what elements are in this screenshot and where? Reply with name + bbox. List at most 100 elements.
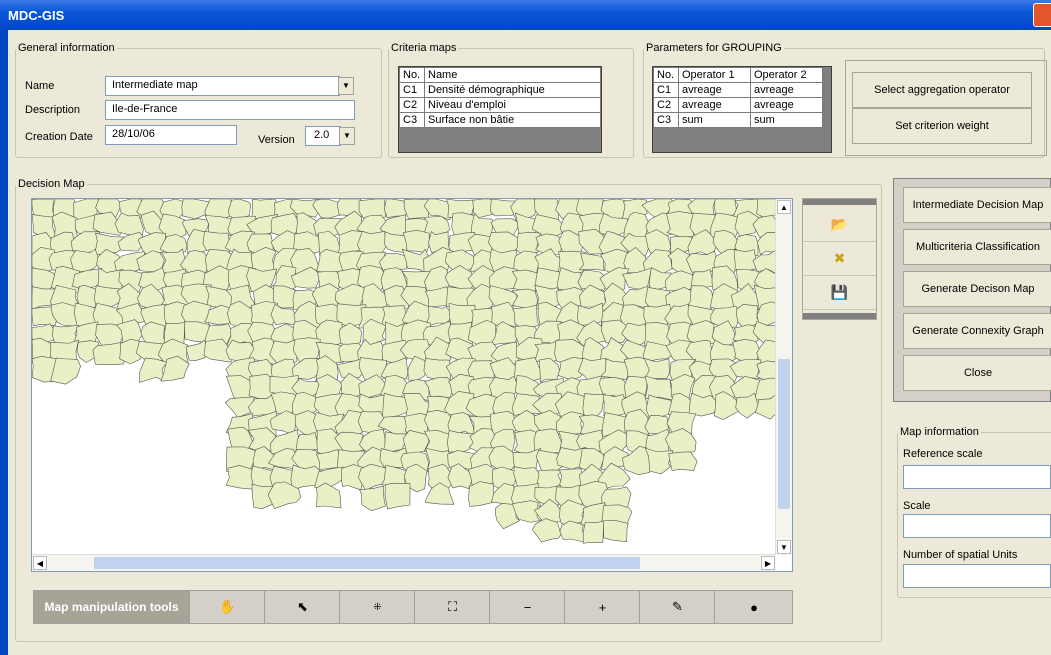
scale-label: Scale: [903, 500, 931, 512]
identify-icon[interactable]: ✎: [639, 591, 715, 623]
criteria-maps-legend: Criteria maps: [391, 42, 457, 54]
scroll-right-arrow[interactable]: ▶: [761, 556, 775, 570]
zoom-out-icon[interactable]: −: [489, 591, 565, 623]
version-dropdown-arrow[interactable]: ▼: [339, 127, 355, 145]
spatial-units-field[interactable]: [903, 564, 1051, 588]
criteria-cell: Surface non bâtie: [424, 112, 601, 128]
grouping-cell: C2: [653, 97, 679, 113]
map-horizontal-scrollbar[interactable]: ◀ ▶: [32, 554, 776, 571]
general-information-legend: General information: [18, 42, 115, 54]
criteria-cell: C2: [399, 97, 425, 113]
table-row[interactable]: C1 Densité démographique: [399, 82, 601, 98]
grouping-cell: C3: [653, 112, 679, 128]
tools-top-bar: [803, 199, 876, 205]
multicriteria-classification-button[interactable]: Multicriteria Classification: [903, 229, 1051, 265]
criteria-cell: Niveau d'emploi: [424, 97, 601, 113]
generate-connexity-graph-button[interactable]: Generate Connexity Graph: [903, 313, 1051, 349]
pan-hand-icon[interactable]: ✋: [189, 591, 265, 623]
grouping-header-no: No.: [653, 67, 679, 83]
commune-polygon[interactable]: [582, 393, 606, 419]
grouping-cell: sum: [678, 112, 751, 128]
table-row[interactable]: C3 sum sum: [653, 112, 823, 128]
vertical-scroll-thumb[interactable]: [778, 359, 790, 509]
commune-polygon[interactable]: [468, 481, 495, 507]
close-window-button[interactable]: [1033, 3, 1051, 27]
set-criterion-weight-button[interactable]: Set criterion weight: [852, 108, 1032, 144]
map-information-legend: Map information: [900, 426, 979, 438]
full-extent-icon[interactable]: ⛶: [414, 591, 490, 623]
grouping-cell: sum: [750, 112, 823, 128]
grouping-cell: avreage: [678, 97, 751, 113]
grouping-parameters-legend: Parameters for GROUPING: [646, 42, 782, 54]
criteria-cell: Densité démographique: [424, 82, 601, 98]
globe-icon[interactable]: ●: [714, 591, 793, 623]
commune-polygon[interactable]: [602, 520, 629, 542]
criteria-cell: C3: [399, 112, 425, 128]
commune-polygons: [32, 199, 776, 544]
scroll-down-arrow[interactable]: ▼: [777, 540, 791, 554]
spatial-units-label: Number of spatial Units: [903, 549, 1018, 561]
map-tools-label: Map manipulation tools: [34, 591, 189, 623]
description-field[interactable]: Ile-de-France: [105, 100, 355, 120]
scale-field[interactable]: [903, 514, 1051, 538]
open-folder-icon[interactable]: 📂: [803, 207, 876, 242]
zoom-extent-in-icon[interactable]: ⁜: [339, 591, 415, 623]
commune-polygon[interactable]: [315, 482, 342, 509]
criteria-cell: C1: [399, 82, 425, 98]
table-row[interactable]: C3 Surface non bâtie: [399, 112, 601, 128]
description-label: Description: [25, 104, 81, 116]
grouping-header-op1: Operator 1: [678, 67, 751, 83]
commune-polygon[interactable]: [50, 357, 81, 385]
select-aggregation-operator-button[interactable]: Select aggregation operator: [852, 72, 1032, 108]
criteria-table: No. Name C1 Densité démographique C2 Niveau…: [399, 67, 601, 128]
scroll-left-arrow[interactable]: ◀: [33, 556, 47, 570]
generate-decision-map-button[interactable]: Generate Decison Map: [903, 271, 1051, 307]
grouping-cell: avreage: [678, 82, 751, 98]
scroll-up-arrow[interactable]: ▲: [777, 200, 791, 214]
commune-polygon[interactable]: [559, 520, 585, 543]
version-select[interactable]: 2.0: [305, 126, 341, 146]
reference-scale-label: Reference scale: [903, 448, 983, 460]
map-file-tools: 📂 ✖ 💾: [802, 198, 877, 320]
commune-polygon[interactable]: [582, 520, 604, 544]
criteria-table-frame: No. Name C1 Densité démographique C2 Niveau…: [398, 66, 602, 153]
creation-date-field[interactable]: 28/10/06: [105, 125, 237, 145]
map-manipulation-toolbar: Map manipulation tools ✋ ⬉ ⁜ ⛶ − + ✎ ●: [33, 590, 793, 624]
commune-polygon[interactable]: [384, 482, 411, 510]
window-left-border: [0, 30, 8, 655]
zoom-in-icon[interactable]: +: [564, 591, 640, 623]
intermediate-decision-map-button[interactable]: Intermediate Decision Map: [903, 187, 1051, 223]
grouping-cell: C1: [653, 82, 679, 98]
table-row[interactable]: C1 avreage avreage: [653, 82, 823, 98]
grouping-cell: avreage: [750, 82, 823, 98]
name-select[interactable]: Intermediate map: [105, 76, 340, 96]
map-vertical-scrollbar[interactable]: ▲ ▼: [775, 199, 792, 555]
horizontal-scroll-thumb[interactable]: [94, 557, 640, 569]
grouping-header-op2: Operator 2: [750, 67, 823, 83]
delete-icon[interactable]: ✖: [803, 241, 876, 276]
title-bar: MDC-GIS: [0, 0, 1051, 30]
grouping-table: No. Operator 1 Operator 2 C1 avreage avreage…: [653, 67, 823, 128]
decision-map-legend: Decision Map: [18, 178, 85, 190]
version-label: Version: [258, 134, 295, 146]
criteria-header-no: No.: [399, 67, 425, 83]
close-button[interactable]: Close: [903, 355, 1051, 391]
table-row[interactable]: C2 avreage avreage: [653, 97, 823, 113]
commune-polygon[interactable]: [407, 355, 427, 381]
save-icon[interactable]: 💾: [803, 275, 876, 310]
commune-polygon[interactable]: [359, 485, 386, 512]
decision-actions-panel: Intermediate Decision Map Multicriteria …: [893, 178, 1051, 402]
criteria-header-name: Name: [424, 67, 601, 83]
commune-polygon[interactable]: [225, 465, 255, 490]
name-label: Name: [25, 80, 55, 92]
table-row[interactable]: C2 Niveau d'emploi: [399, 97, 601, 113]
reference-scale-field[interactable]: [903, 465, 1051, 489]
commune-polygon[interactable]: [538, 357, 561, 383]
commune-polygon[interactable]: [668, 451, 698, 472]
name-dropdown-arrow[interactable]: ▼: [338, 77, 354, 95]
grouping-table-frame: No. Operator 1 Operator 2 C1 avreage avreage…: [652, 66, 832, 153]
creation-date-label: Creation Date: [25, 131, 93, 143]
select-arrow-icon[interactable]: ⬉: [264, 591, 340, 623]
decision-map-view[interactable]: ▲ ▼ ◀ ▶: [31, 198, 793, 572]
grouping-cell: avreage: [750, 97, 823, 113]
